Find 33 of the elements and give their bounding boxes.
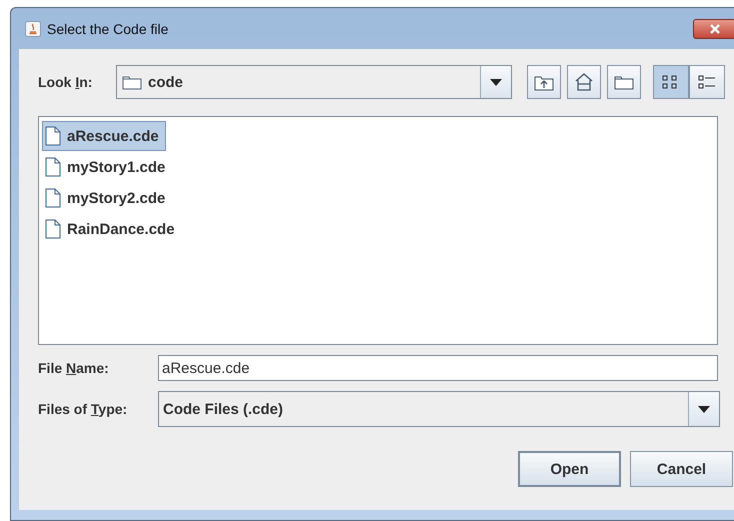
cancel-button[interactable]: Cancel [630,451,733,487]
list-view-button[interactable] [653,65,689,99]
file-name-field[interactable]: aRescue.cde [158,355,718,381]
home-icon [574,73,594,91]
file-icon [45,219,61,239]
file-item[interactable]: aRescue.cde [42,121,166,151]
close-icon [708,24,720,34]
folder-icon [122,74,142,90]
details-view-icon [698,74,716,90]
files-of-type-dropdown[interactable]: Code Files (.cde) [158,391,720,427]
file-item[interactable]: myStory2.cde [42,183,172,213]
dropdown-arrow-icon [490,78,502,86]
dropdown-arrow-icon [698,406,710,412]
open-button[interactable]: Open [518,451,621,487]
file-icon [45,188,61,208]
home-button[interactable] [567,65,601,99]
up-folder-button[interactable] [527,65,561,99]
new-folder-button[interactable] [607,65,641,99]
close-button[interactable] [693,18,734,38]
look-in-label: Look In: [38,74,94,90]
file-item[interactable]: myStory1.cde [42,152,172,182]
file-icon [45,126,61,146]
file-name-label: File Name: [38,360,110,376]
app-icon [25,20,41,36]
look-in-value: code [148,74,184,90]
file-icon [45,157,61,177]
folder-icon [614,74,634,90]
look-in-dropdown[interactable]: code [116,65,512,99]
files-of-type-label: Files of Type: [38,401,128,417]
window-title: Select the Code file [47,20,170,36]
details-view-button[interactable] [689,65,725,99]
files-of-type-value: Code Files (.cde) [163,400,284,418]
file-item[interactable]: RainDance.cde [42,214,182,244]
